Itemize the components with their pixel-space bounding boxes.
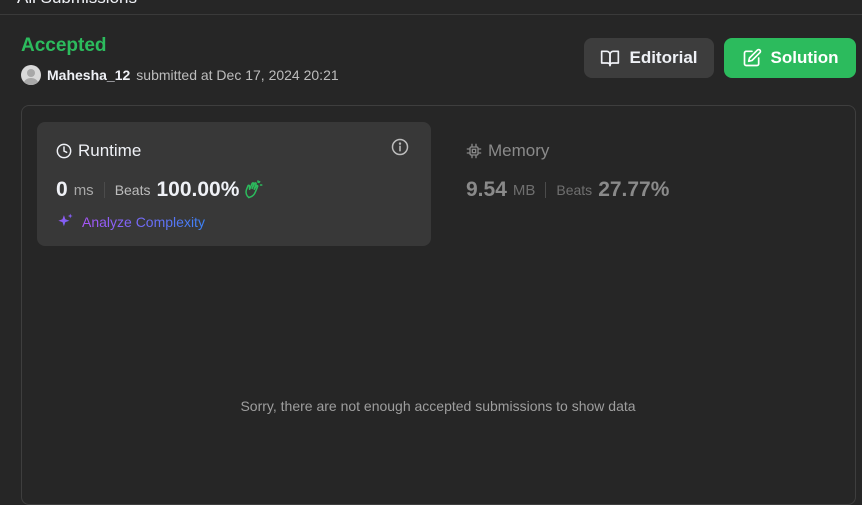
editorial-button[interactable]: Editorial [584, 38, 714, 78]
runtime-beats-value: 100.00% [156, 178, 240, 201]
analyze-complexity-link[interactable]: Analyze Complexity [56, 212, 205, 231]
username-link[interactable]: Mahesha_12 [47, 67, 130, 83]
memory-title[interactable]: Memory [466, 141, 549, 161]
chip-icon [466, 143, 482, 159]
runtime-title: Runtime [56, 141, 141, 161]
submitted-at-text: submitted at Dec 17, 2024 20:21 [136, 67, 339, 83]
runtime-value: 0 [56, 178, 68, 201]
runtime-beats-label: Beats [114, 182, 151, 198]
memory-title-label: Memory [488, 141, 550, 160]
memory-value: 9.54 [466, 178, 507, 201]
submitter-info: Mahesha_12 submitted at Dec 17, 2024 20:… [21, 65, 339, 85]
empty-data-message: Sorry, there are not enough accepted sub… [240, 398, 636, 414]
memory-beats-label: Beats [556, 182, 593, 198]
sparkle-icon [58, 213, 73, 227]
clock-icon [56, 143, 72, 159]
memory-unit: MB [512, 181, 536, 199]
submission-status: Accepted [21, 35, 107, 56]
clap-icon [245, 180, 263, 199]
analyze-complexity-label: Analyze Complexity [82, 213, 205, 230]
top-bar: All Submissions [0, 0, 862, 15]
avatar[interactable] [21, 65, 41, 85]
runtime-card[interactable]: Runtime 0 ms Beats 100.00% Analyze Compl… [37, 122, 431, 246]
edit-icon [743, 48, 761, 67]
runtime-unit: ms [73, 181, 94, 199]
solution-label: Solution [770, 48, 839, 67]
editorial-label: Editorial [629, 48, 698, 67]
runtime-title-label: Runtime [78, 141, 142, 160]
memory-beats-value: 27.77% [598, 178, 670, 201]
info-icon[interactable] [391, 138, 409, 156]
book-icon [601, 50, 620, 67]
solution-button[interactable]: Solution [724, 38, 856, 78]
memory-metrics: 9.54 MB Beats 27.77% [466, 178, 669, 202]
divider [545, 182, 547, 198]
runtime-metrics: 0 ms Beats 100.00% [56, 178, 263, 202]
divider [103, 182, 105, 198]
page-title[interactable]: All Submissions [17, 0, 137, 8]
